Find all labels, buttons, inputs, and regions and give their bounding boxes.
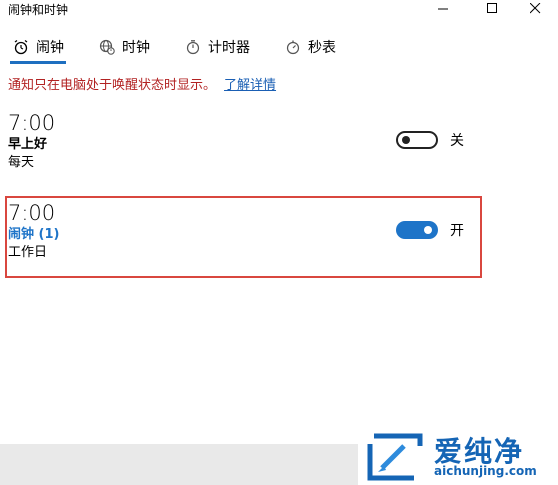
toggle-knob <box>424 226 432 234</box>
alarm-toggle-group: 开 <box>396 220 464 240</box>
alarm-toggle-label: 关 <box>450 133 464 149</box>
learn-more-link[interactable]: 了解详情 <box>224 78 276 93</box>
tab-world-clock-label: 时钟 <box>122 40 150 56</box>
tab-stopwatch[interactable]: 秒表 <box>284 30 336 64</box>
alarm-toggle-group: 关 <box>396 130 464 150</box>
alarm-list-panel: 通知只在电脑处于唤醒状态时显示。 了解详情 7:00 早上好 每天 关 7:00 … <box>0 66 558 444</box>
alarm-toggle[interactable] <box>396 131 438 149</box>
title-bar: 闹钟和时钟 <box>0 0 558 30</box>
tab-stopwatch-label: 秒表 <box>308 40 336 56</box>
window-title: 闹钟和时钟 <box>8 3 69 17</box>
alarm-item[interactable]: 7:00 早上好 每天 关 <box>8 110 478 172</box>
watermark: 爱纯净 aichunjing.com <box>358 428 558 485</box>
alarm-toggle[interactable] <box>396 221 438 239</box>
notice-text: 通知只在电脑处于唤醒状态时显示。 <box>8 78 217 93</box>
world-clock-icon <box>98 38 116 56</box>
brand-url: aichunjing.com <box>434 464 537 478</box>
stopwatch-icon <box>284 38 302 56</box>
minimize-icon <box>437 8 448 9</box>
maximize-icon <box>486 2 497 13</box>
alarm-item[interactable]: 7:00 闹钟 (1) 工作日 开 <box>8 200 478 262</box>
alarm-repeat: 每天 <box>8 155 35 170</box>
alarm-toggle-label: 开 <box>450 223 464 239</box>
active-tab-indicator <box>10 61 66 64</box>
close-button[interactable] <box>512 0 558 16</box>
tab-alarm-label: 闹钟 <box>36 40 64 56</box>
brand-logo-icon <box>367 433 423 481</box>
close-icon <box>529 2 540 13</box>
alarm-icon <box>12 38 30 56</box>
tab-world-clock[interactable]: 时钟 <box>98 30 150 64</box>
toggle-knob <box>402 136 410 144</box>
alarm-repeat: 工作日 <box>8 245 48 260</box>
tab-bar: 闹钟 时钟 计时器 秒表 <box>0 30 558 64</box>
timer-icon <box>184 38 202 56</box>
tab-alarm[interactable]: 闹钟 <box>10 30 66 64</box>
maximize-button[interactable] <box>469 0 515 16</box>
tab-timer[interactable]: 计时器 <box>184 30 250 64</box>
minimize-button[interactable] <box>420 0 466 16</box>
notification-notice: 通知只在电脑处于唤醒状态时显示。 了解详情 <box>8 74 276 93</box>
tab-timer-label: 计时器 <box>208 40 250 56</box>
